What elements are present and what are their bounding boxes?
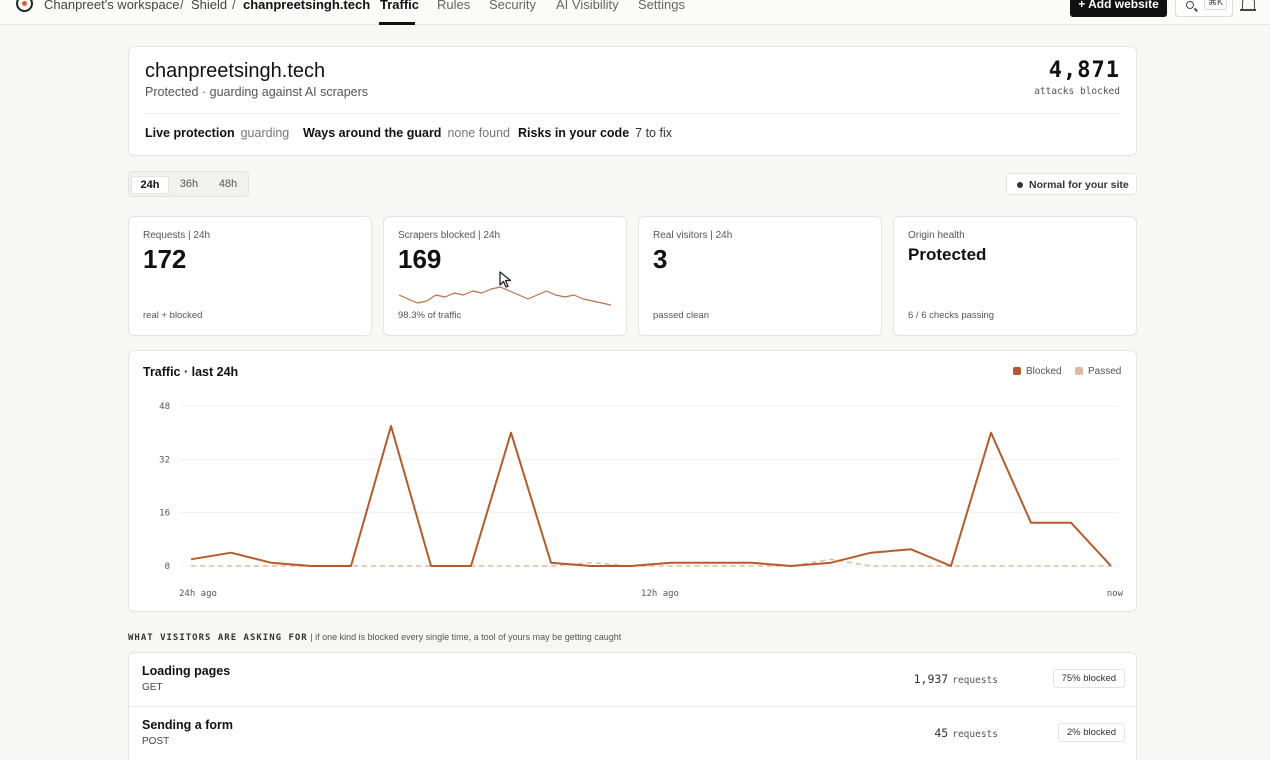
legend-blocked[interactable]: Blocked xyxy=(1013,366,1062,377)
list-item[interactable]: Loading pages GET 1,937 requests 75% bloc… xyxy=(129,653,1136,707)
status-label: Risks in your code xyxy=(518,126,630,140)
request-kind: Sending a form xyxy=(142,718,233,732)
attacks-blocked-label: attacks blocked xyxy=(1034,86,1120,97)
stat-label: Origin health xyxy=(908,230,965,241)
top-nav: Chanpreet's workspace / Shield / chanpre… xyxy=(0,0,1270,25)
status-code-risks[interactable]: Risks in your code 7 to fix xyxy=(518,126,672,140)
legend-label: Blocked xyxy=(1026,366,1062,377)
stat-value: 172 xyxy=(143,244,187,274)
legend-passed[interactable]: Passed xyxy=(1075,366,1121,377)
stat-card-origin-health: Origin health Protected 6 / 6 checks pas… xyxy=(893,216,1137,336)
mouse-cursor-icon xyxy=(499,271,512,288)
range-48h[interactable]: 48h xyxy=(209,176,247,194)
status-value: 7 to fix xyxy=(635,126,672,140)
stat-footnote: 98.3% of traffic xyxy=(398,310,462,321)
traffic-chart-card: Traffic · last 24h Blocked Passed 0 16 32 4… xyxy=(128,350,1137,612)
time-range-selector: 24h 36h 48h xyxy=(128,171,249,197)
request-count-value: 45 xyxy=(934,726,949,740)
traffic-line-chart: 0 16 32 48 24h ago 12h ago now xyxy=(159,402,1124,599)
status-label: Live protection xyxy=(145,126,235,140)
y-tick-label: 16 xyxy=(159,509,170,519)
list-item[interactable]: Sending a form POST 45 requests 2% blocke… xyxy=(129,707,1136,760)
section-title: What visitors are asking for xyxy=(128,633,308,643)
request-count-unit: requests xyxy=(952,729,998,740)
stat-label: Real visitors | 24h xyxy=(653,230,733,241)
stat-card-real-visitors: Real visitors | 24h 3 passed clean xyxy=(638,216,882,336)
x-tick-label: now xyxy=(1107,589,1124,599)
site-overview-card: chanpreetsingh.tech Protected · guarding… xyxy=(128,46,1137,156)
shortcut-hint: ⌘K xyxy=(1204,0,1228,10)
request-method: GET xyxy=(142,682,163,693)
x-tick-label: 24h ago xyxy=(179,589,217,599)
status-value: none found xyxy=(447,126,511,140)
request-method: POST xyxy=(142,736,170,747)
attacks-blocked-count: 4,871 xyxy=(1048,58,1120,83)
y-tick-label: 0 xyxy=(165,562,170,572)
requests-section-heading: What visitors are asking for | if one ki… xyxy=(128,632,621,643)
range-24h[interactable]: 24h xyxy=(131,176,169,194)
stat-value: 169 xyxy=(398,244,442,274)
chart-title: Traffic · last 24h xyxy=(143,365,239,379)
baseline-status-text: Normal for your site xyxy=(1029,179,1129,191)
stat-value: Protected xyxy=(908,245,987,264)
y-tick-label: 32 xyxy=(159,455,170,465)
tab-traffic[interactable]: Traffic xyxy=(380,0,419,12)
site-subtitle: Protected · guarding against AI scrapers xyxy=(145,85,369,99)
tab-ai-visibility[interactable]: AI Visibility xyxy=(556,0,619,12)
breadcrumb-site[interactable]: chanpreetsingh.tech xyxy=(243,0,370,12)
tab-settings[interactable]: Settings xyxy=(638,0,685,12)
legend-swatch xyxy=(1013,367,1021,375)
stat-card-requests: Requests | 24h 172 real + blocked xyxy=(128,216,372,336)
stat-label: Scrapers blocked | 24h xyxy=(398,230,501,241)
request-count-unit: requests xyxy=(952,675,998,686)
search-icon xyxy=(1186,1,1194,9)
y-tick-label: 48 xyxy=(159,402,170,412)
request-kind: Loading pages xyxy=(142,664,231,678)
legend-swatch xyxy=(1075,367,1083,375)
blocked-percent-badge: 2% blocked xyxy=(1057,723,1125,742)
stat-label: Requests | 24h xyxy=(143,230,211,241)
series-line-blocked xyxy=(190,425,1112,567)
site-title: chanpreetsingh.tech xyxy=(145,60,326,82)
status-label: Ways around the guard xyxy=(303,126,442,140)
status-value: guarding xyxy=(240,126,290,140)
bell-icon[interactable] xyxy=(1240,0,1256,11)
stat-card-scrapers-blocked: Scrapers blocked | 24h 169 98.3% of traf… xyxy=(383,216,627,336)
breadcrumb-product[interactable]: Shield xyxy=(191,0,227,12)
requests-list: Loading pages GET 1,937 requests 75% bloc… xyxy=(128,652,1137,760)
stat-footnote: 6 / 6 checks passing xyxy=(908,310,995,321)
baseline-status-badge: Normal for your site xyxy=(1006,173,1137,195)
breadcrumb-separator: / xyxy=(232,0,236,12)
range-36h[interactable]: 36h xyxy=(170,176,208,194)
sparkline-path xyxy=(398,286,612,306)
status-live-protection: Live protection guarding xyxy=(145,126,289,140)
app-logo-icon[interactable] xyxy=(16,0,33,12)
request-count: 45 requests xyxy=(934,726,998,740)
request-count-value: 1,937 xyxy=(913,672,949,686)
blocked-percent-badge: 75% blocked xyxy=(1052,669,1125,688)
request-count: 1,937 requests xyxy=(914,672,998,686)
section-note: | if one kind is blocked every single ti… xyxy=(310,632,622,642)
breadcrumb-workspace[interactable]: Chanpreet's workspace xyxy=(44,0,179,12)
status-ways-around: Ways around the guard none found xyxy=(303,126,510,140)
command-search-button[interactable]: ⌘K xyxy=(1175,0,1233,17)
stat-value: 3 xyxy=(653,244,668,274)
stat-footnote: real + blocked xyxy=(143,310,203,321)
divider xyxy=(145,113,1120,114)
status-dot-icon xyxy=(1017,182,1023,188)
stat-footnote: passed clean xyxy=(653,310,709,321)
tab-security[interactable]: Security xyxy=(489,0,536,12)
legend-label: Passed xyxy=(1088,366,1122,377)
tab-rules[interactable]: Rules xyxy=(437,0,470,12)
x-tick-label: 12h ago xyxy=(641,589,679,599)
breadcrumb-separator: / xyxy=(180,0,184,12)
add-website-button[interactable]: + Add website xyxy=(1070,0,1167,17)
active-tab-indicator xyxy=(379,22,415,25)
